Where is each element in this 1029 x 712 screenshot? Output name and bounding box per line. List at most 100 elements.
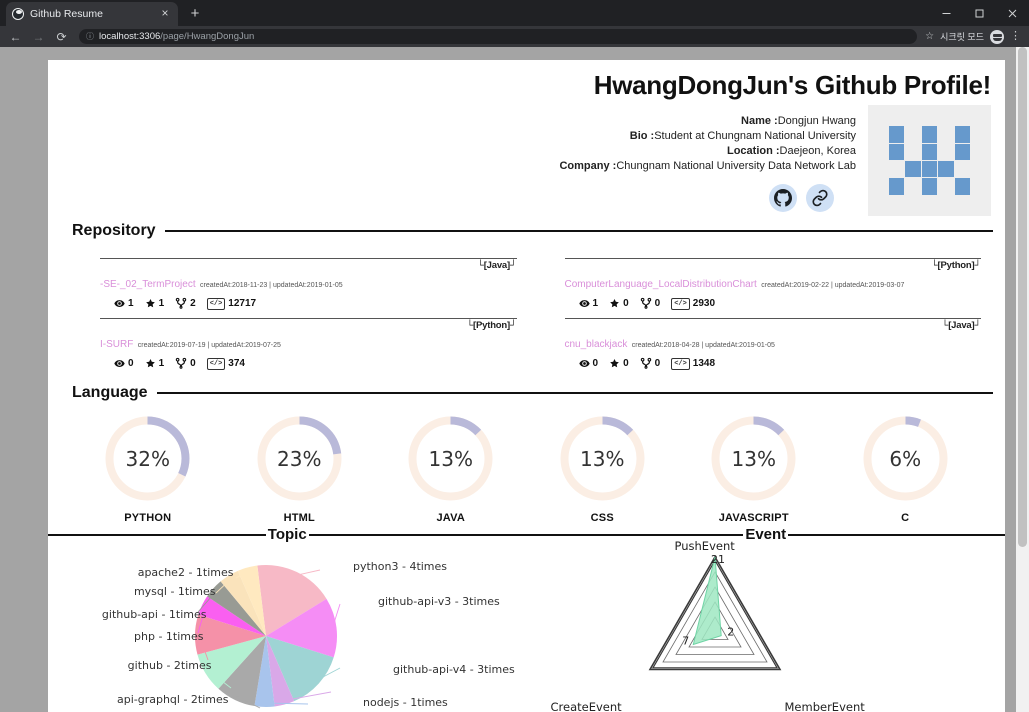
identicon-cell xyxy=(938,144,954,160)
identicon-cell xyxy=(938,109,954,125)
repo-size-value: 374 xyxy=(228,358,245,369)
identicon-cell xyxy=(938,178,954,194)
identicon-cell xyxy=(889,109,905,125)
language-donut: 23% xyxy=(253,412,346,505)
minimize-icon[interactable] xyxy=(930,0,963,26)
github-icon xyxy=(774,189,792,207)
fork-icon xyxy=(640,357,652,370)
bookmark-star-icon[interactable]: ☆ xyxy=(925,31,934,42)
address-bar[interactable]: ⓘ localhost:3306/page/HwangDongJun xyxy=(79,29,918,44)
homepage-link-button[interactable] xyxy=(806,184,834,212)
repo-forks-count: 0 xyxy=(654,298,661,309)
profile-field-name: Name :Dongjun Hwang xyxy=(559,114,856,129)
tab-github-resume[interactable]: Github Resume × xyxy=(6,2,178,26)
repo-watchers: 1 xyxy=(578,298,598,309)
language-item: 13% CSS xyxy=(556,412,649,524)
repo-watchers: 0 xyxy=(114,358,134,369)
star-icon xyxy=(145,298,156,309)
page-title: HwangDongJun's Github Profile! xyxy=(593,70,992,100)
identicon-cell xyxy=(971,178,987,194)
window-close-icon[interactable] xyxy=(996,0,1029,26)
identicon-cell xyxy=(922,109,938,125)
repo-stats: 1 1 2 </> 12717 xyxy=(100,297,517,310)
identicon-cell xyxy=(905,178,921,194)
repo-language: └[Java]┘ xyxy=(941,320,982,331)
maximize-icon[interactable] xyxy=(963,0,996,26)
pie-slice-label: apache2 - 1times xyxy=(137,566,234,579)
eye-icon xyxy=(114,298,125,309)
identicon-cell xyxy=(971,109,987,125)
pie-slice-label: github-api-v3 - 3times xyxy=(378,595,500,608)
language-donut-list: 32% PYTHON 23% HTML 13% JAVA 13% CSS 13% JAVASCRI… xyxy=(48,404,1005,524)
browser-window: Github Resume × + ← → ⟳ ⓘ localhost:3306… xyxy=(0,0,1029,712)
identicon-cell xyxy=(971,144,987,160)
incognito-avatar-icon[interactable] xyxy=(990,29,1004,44)
radar-value-label: 2 xyxy=(727,626,734,639)
language-percent: 13% xyxy=(580,446,625,471)
repository-heading: Repository xyxy=(72,222,156,239)
repo-title-row: cnu_blackjack createdAt:2018-04-28 | upd… xyxy=(565,334,982,352)
star-icon xyxy=(609,358,620,369)
language-donut: 32% xyxy=(101,412,194,505)
identicon-cell xyxy=(922,196,938,212)
language-name: HTML xyxy=(283,512,315,524)
repo-stars: 0 xyxy=(609,358,629,369)
reload-icon[interactable]: ⟳ xyxy=(52,27,71,46)
site-info-icon[interactable]: ⓘ xyxy=(86,32,94,41)
scrollbar-thumb[interactable] xyxy=(1018,47,1027,547)
repository-card[interactable]: └[Python]┘ ComputerLanguage_LocalDistribu… xyxy=(564,254,981,310)
identicon-cell xyxy=(905,109,921,125)
repo-name-link[interactable]: I-SURF xyxy=(100,339,133,350)
profile-field-location: Location :Daejeon, Korea xyxy=(559,144,856,159)
language-percent: 13% xyxy=(731,446,776,471)
repo-size-value: 12717 xyxy=(228,298,257,309)
identicon-cell xyxy=(921,161,938,178)
profile-field-location-label: Location : xyxy=(726,145,780,157)
language-donut: 13% xyxy=(556,412,649,505)
identicon-cell xyxy=(921,126,938,143)
repository-card[interactable]: └[Python]┘ I-SURF createdAt:2019-07-19 | … xyxy=(100,314,517,370)
repo-divider xyxy=(100,318,517,319)
github-link-button[interactable] xyxy=(769,184,797,212)
identicon-cell xyxy=(955,196,971,212)
forward-icon[interactable]: → xyxy=(29,27,48,46)
topic-pie-svg xyxy=(195,565,341,709)
link-icon xyxy=(812,189,828,207)
identicon-cell xyxy=(872,109,888,125)
language-donut: 13% xyxy=(404,412,497,505)
repo-language: └[Python]┘ xyxy=(931,260,981,271)
vertical-scrollbar[interactable] xyxy=(1016,47,1029,712)
profile-field-name-value: Dongjun Hwang xyxy=(777,115,856,127)
repo-stars-count: 0 xyxy=(623,358,629,369)
repo-name-link[interactable]: cnu_blackjack xyxy=(565,339,628,350)
repository-card[interactable]: └[Java]┘ -SE-_02_TermProject createdAt:20… xyxy=(100,254,517,310)
radar-axis-label: MemberEvent xyxy=(784,700,865,712)
tab-favicon-icon xyxy=(12,8,24,20)
back-icon[interactable]: ← xyxy=(6,27,25,46)
language-rule xyxy=(156,392,993,394)
repo-name-link[interactable]: -SE-_02_TermProject xyxy=(100,279,196,290)
identicon-cell xyxy=(954,178,971,195)
profile-field-company-value: Chungnam National University Data Networ… xyxy=(616,160,856,172)
repo-stats: 0 0 0 </> 1348 xyxy=(565,357,982,370)
repository-rule xyxy=(164,230,993,232)
language-percent: 13% xyxy=(428,446,473,471)
identicon-cell xyxy=(872,126,888,142)
radar-value-label: 21 xyxy=(711,553,725,566)
eye-icon xyxy=(114,358,125,369)
repo-watchers: 1 xyxy=(114,298,134,309)
identicon-cell xyxy=(938,126,954,142)
repo-name-link[interactable]: ComputerLanguage_LocalDistributionChart xyxy=(565,279,757,290)
browser-toolbar: ← → ⟳ ⓘ localhost:3306/page/HwangDongJun… xyxy=(0,26,1029,47)
repo-title-row: I-SURF createdAt:2019-07-19 | updatedAt:… xyxy=(100,334,517,352)
language-section-header: Language xyxy=(48,384,1005,402)
close-icon[interactable]: × xyxy=(158,7,172,21)
repo-dates: createdAt:2019-07-19 | updatedAt:2019-07… xyxy=(137,342,281,349)
repo-forks-count: 0 xyxy=(654,358,661,369)
menu-icon[interactable]: ⋮ xyxy=(1010,31,1021,42)
eye-icon xyxy=(578,358,590,369)
page-viewport: HwangDongJun's Github Profile! Name :Don… xyxy=(0,47,1029,712)
identicon-cell xyxy=(889,161,905,177)
repository-card[interactable]: └[Java]┘ cnu_blackjack createdAt:2018-04-… xyxy=(564,314,982,370)
new-tab-button[interactable]: + xyxy=(182,2,208,26)
